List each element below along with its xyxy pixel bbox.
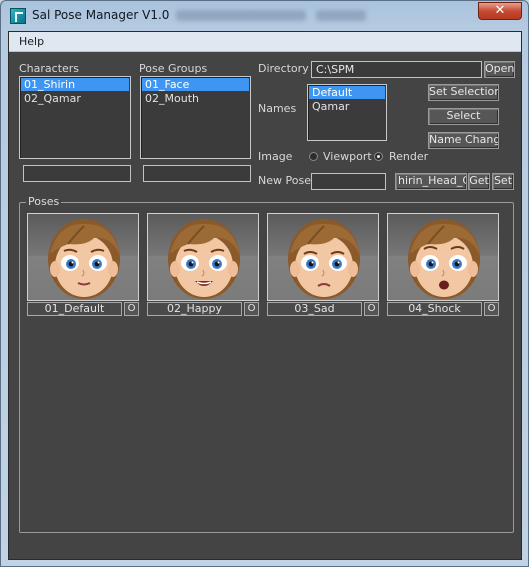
- blurred-taskbar-text: [316, 10, 366, 21]
- pose-thumbnail[interactable]: [267, 213, 379, 301]
- pose-name-button[interactable]: 02_Happy: [147, 302, 242, 316]
- select-button[interactable]: Select: [428, 108, 499, 125]
- pose-options-button[interactable]: O: [484, 302, 499, 316]
- set-button[interactable]: Set: [492, 173, 514, 190]
- characters-list[interactable]: 01_Shirin 02_Qamar: [19, 76, 131, 159]
- pose-thumbnail[interactable]: [27, 213, 139, 301]
- character-name-field[interactable]: [23, 165, 131, 182]
- names-label: Names: [258, 102, 297, 115]
- list-item-character[interactable]: 02_Qamar: [21, 92, 129, 105]
- render-radio-label[interactable]: Render: [389, 150, 428, 163]
- get-button[interactable]: Get: [468, 173, 490, 190]
- render-radio[interactable]: [374, 152, 383, 161]
- directory-label: Directory: [258, 62, 309, 75]
- list-item-pose-group[interactable]: 02_Mouth: [142, 92, 249, 105]
- close-icon: ✕: [494, 3, 506, 18]
- window-title: Sal Pose Manager V1.0: [32, 8, 170, 22]
- pose-name-button[interactable]: 01_Default: [27, 302, 122, 316]
- pose-groups-list[interactable]: 01_Face 02_Mouth: [140, 76, 251, 159]
- title-bar[interactable]: Sal Pose Manager V1.0 ✕: [1, 1, 528, 31]
- new-pose-label: New Pose: [258, 174, 311, 187]
- pose-name-button[interactable]: 03_Sad: [267, 302, 362, 316]
- pose-options-button[interactable]: O: [244, 302, 259, 316]
- list-item-name[interactable]: Default: [309, 86, 385, 99]
- list-item-name[interactable]: Qamar: [309, 100, 385, 113]
- pose-groups-label: Pose Groups: [139, 62, 208, 75]
- image-label: Image: [258, 150, 293, 163]
- poses-group-title: Poses: [26, 195, 62, 208]
- client-area: Help Characters 01_Shirin 02_Qamar Pose …: [8, 31, 522, 560]
- list-item-pose-group[interactable]: 01_Face: [142, 78, 249, 91]
- name-change-button[interactable]: Name Change: [428, 132, 499, 149]
- new-pose-field[interactable]: [311, 173, 386, 190]
- viewport-radio[interactable]: [309, 152, 318, 161]
- pose-options-button[interactable]: O: [364, 302, 379, 316]
- characters-label: Characters: [19, 62, 80, 75]
- app-window: Sal Pose Manager V1.0 ✕ Help Characters …: [0, 0, 529, 567]
- poses-group: Poses 01_Default O 02_Happy O 03_Sad O 04_Shoc…: [19, 195, 514, 533]
- menu-help[interactable]: Help: [12, 35, 51, 49]
- close-button[interactable]: ✕: [478, 2, 522, 20]
- open-button[interactable]: Open: [484, 61, 515, 78]
- set-selection-button[interactable]: Set Selection: [428, 84, 499, 101]
- control-name-button[interactable]: hirin_Head_Ctrl: [395, 173, 467, 190]
- viewport-radio-label[interactable]: Viewport: [323, 150, 372, 163]
- pose-thumbnail[interactable]: [147, 213, 259, 301]
- pose-thumbnail[interactable]: [387, 213, 499, 301]
- menu-bar: Help: [9, 32, 521, 52]
- pose-group-name-field[interactable]: [143, 165, 251, 182]
- names-list[interactable]: Default Qamar: [307, 84, 387, 141]
- app-icon: [10, 8, 26, 24]
- blurred-taskbar-text: [176, 10, 306, 21]
- pose-options-button[interactable]: O: [124, 302, 139, 316]
- list-item-character[interactable]: 01_Shirin: [21, 78, 129, 91]
- pose-name-button[interactable]: 04_Shock: [387, 302, 482, 316]
- directory-field[interactable]: C:\SPM: [311, 61, 482, 78]
